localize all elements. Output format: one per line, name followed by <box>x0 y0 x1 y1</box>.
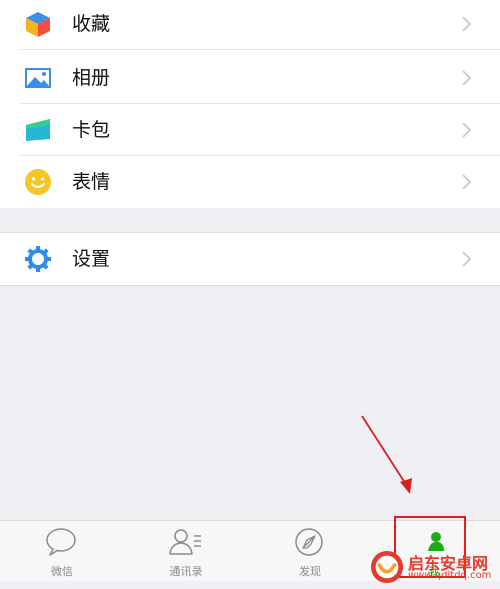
menu-item-settings[interactable]: 设置 <box>0 233 500 285</box>
menu-group-primary: 收藏 相册 卡包 表情 <box>0 0 500 208</box>
sticker-smiley-icon <box>25 169 51 195</box>
chat-bubble-icon <box>46 528 76 556</box>
menu-item-label: 相册 <box>72 67 111 89</box>
favorites-cube-icon <box>26 12 50 37</box>
menu-item-stickers[interactable]: 表情 <box>0 156 500 208</box>
menu-item-card-wallet[interactable]: 卡包 <box>0 104 500 156</box>
menu-item-favorites[interactable]: 收藏 <box>0 0 500 50</box>
tab-contacts[interactable]: 通讯录 <box>136 521 236 581</box>
menu-item-label: 表情 <box>72 171 111 193</box>
watermark-logo-icon <box>370 550 404 584</box>
chevron-right-icon <box>462 251 472 267</box>
contacts-icon <box>169 529 201 555</box>
menu-group-settings: 设置 <box>0 232 500 286</box>
watermark-url: www.qdltdq.com <box>408 570 492 581</box>
tab-label: 发现 <box>299 565 321 578</box>
menu-item-label: 设置 <box>72 248 111 270</box>
chevron-right-icon <box>462 122 472 138</box>
tab-discover[interactable]: 发现 <box>260 521 360 581</box>
chevron-right-icon <box>462 174 472 190</box>
watermark: 启东安卓网 www.qdltdq.com <box>368 548 500 586</box>
menu-item-label: 卡包 <box>72 119 111 141</box>
tab-label: 微信 <box>51 565 73 578</box>
divider <box>20 49 500 50</box>
chevron-right-icon <box>462 70 472 86</box>
menu-item-album[interactable]: 相册 <box>0 52 500 104</box>
chevron-right-icon <box>462 16 472 32</box>
card-wallet-icon <box>26 119 50 141</box>
album-picture-icon <box>25 68 51 88</box>
settings-gear-icon <box>25 246 51 272</box>
menu-item-label: 收藏 <box>72 13 111 35</box>
tab-chats[interactable]: 微信 <box>12 521 112 581</box>
tab-label: 通讯录 <box>169 565 203 578</box>
compass-icon <box>295 528 323 556</box>
